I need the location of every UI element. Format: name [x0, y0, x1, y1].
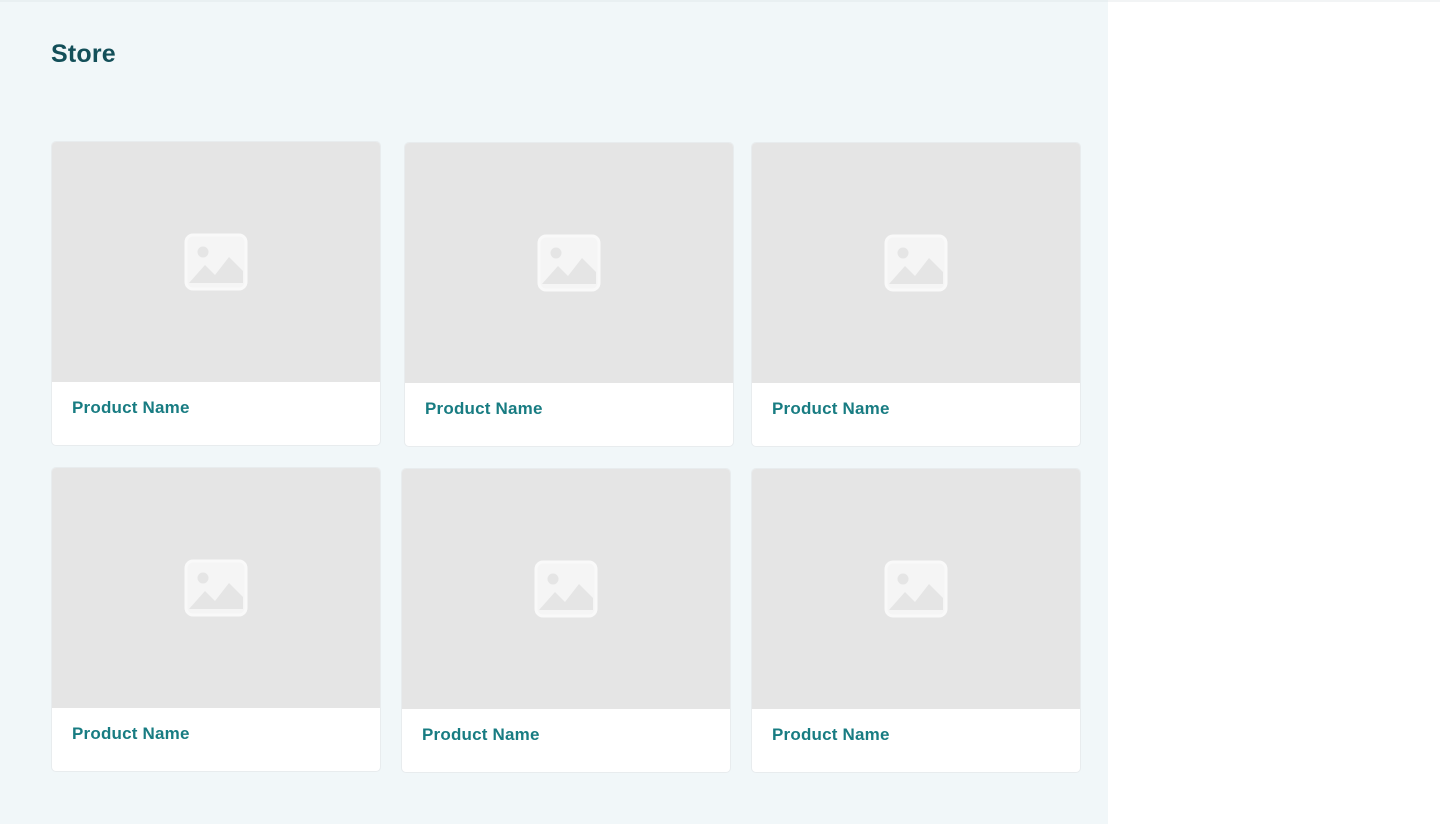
product-card[interactable]: Product Name — [404, 142, 734, 447]
product-image-placeholder — [752, 143, 1080, 383]
product-card[interactable]: Product Name — [51, 141, 381, 446]
product-card[interactable]: Product Name — [751, 142, 1081, 447]
image-placeholder-icon — [884, 560, 948, 618]
right-side-panel — [1108, 0, 1440, 824]
product-card[interactable]: Product Name — [401, 468, 731, 773]
product-card[interactable]: Product Name — [751, 468, 1081, 773]
product-name: Product Name — [772, 725, 890, 744]
image-placeholder-icon — [884, 234, 948, 292]
product-card[interactable]: Product Name — [51, 467, 381, 772]
product-name: Product Name — [72, 398, 190, 417]
product-name: Product Name — [425, 399, 543, 418]
store-main-panel: Store Product Name Product Name Product … — [0, 0, 1108, 824]
product-name: Product Name — [422, 725, 540, 744]
product-image-placeholder — [402, 469, 730, 709]
product-image-placeholder — [52, 142, 380, 382]
image-placeholder-icon — [184, 233, 248, 291]
product-image-placeholder — [52, 468, 380, 708]
product-image-placeholder — [752, 469, 1080, 709]
product-image-placeholder — [405, 143, 733, 383]
image-placeholder-icon — [184, 559, 248, 617]
product-name: Product Name — [772, 399, 890, 418]
image-placeholder-icon — [534, 560, 598, 618]
image-placeholder-icon — [537, 234, 601, 292]
product-name: Product Name — [72, 724, 190, 743]
page-title: Store — [51, 40, 116, 68]
